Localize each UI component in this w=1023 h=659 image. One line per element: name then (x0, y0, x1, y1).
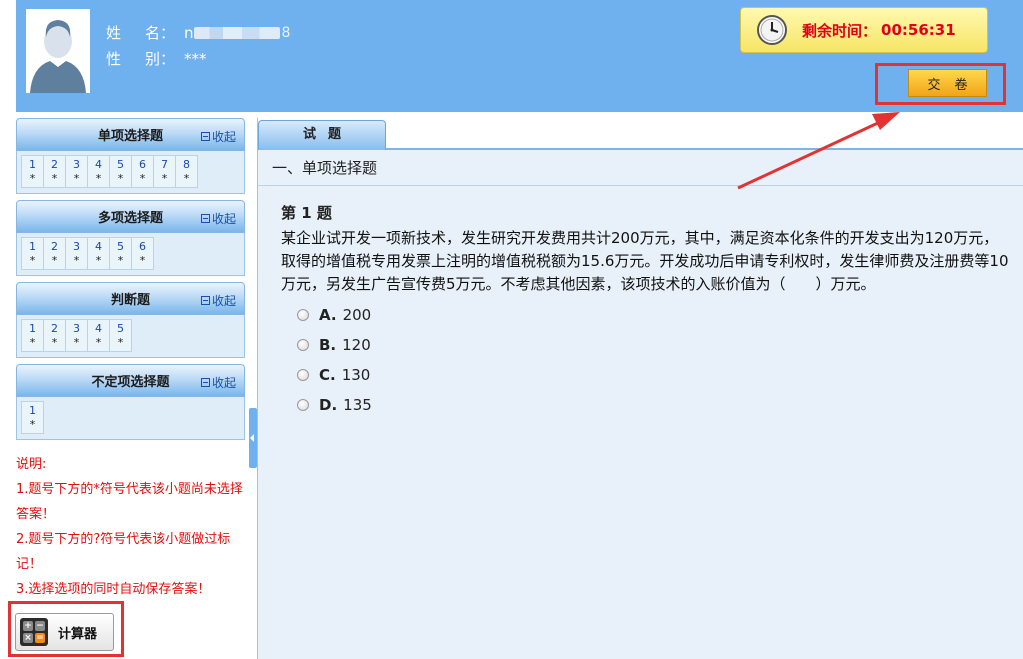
question-cell[interactable]: 1* (22, 402, 44, 434)
collapse-label: 收起 (212, 374, 236, 391)
section-indefinite-choice: 不定项选择题 收起 1* (16, 364, 245, 440)
question-cell[interactable]: 8* (176, 156, 198, 188)
question-cell[interactable]: 7* (154, 156, 176, 188)
instruction-line: 1.题号下方的*符号代表该小题尚未选择答案！ (16, 477, 248, 527)
question-number: 第 1 题 (281, 202, 1023, 223)
radio-button[interactable] (297, 339, 309, 351)
question-grid: 1* 2* 3* 4* 5* 6* (21, 237, 154, 270)
section-body: 1* (16, 397, 245, 440)
collapse-button[interactable]: 收起 (201, 128, 236, 145)
question-cell[interactable]: 1* (22, 156, 44, 188)
question-cell[interactable]: 3* (66, 238, 88, 270)
name-masked (194, 27, 280, 39)
question-grid: 1* 2* 3* 4* 5* 6* 7* 8* (21, 155, 198, 188)
section-true-false: 判断题 收起 1* 2* 3* 4* 5* (16, 282, 245, 358)
remaining-time-value: 00:56:31 (881, 21, 956, 39)
sidebar-collapse-handle[interactable] (249, 408, 257, 468)
section-header: 不定项选择题 收起 (16, 364, 245, 397)
question-navigator: 单项选择题 收起 1* 2* 3* 4* 5* 6* 7* 8* 多项选择题 收… (16, 118, 245, 446)
minus-square-icon (201, 296, 210, 305)
section-title: 单项选择题 (98, 125, 163, 144)
collapse-label: 收起 (212, 210, 236, 227)
option-d[interactable]: D.135 (297, 390, 1023, 420)
remaining-time-panel: 剩余时间： 00:56:31 (740, 7, 988, 53)
clock-icon (756, 14, 788, 46)
tab-questions[interactable]: 试题 (258, 120, 386, 150)
gender-label-suffix: 别： (145, 50, 175, 68)
minus-square-icon (201, 378, 210, 387)
user-silhouette-icon (26, 9, 90, 93)
calculator-label: 计算器 (58, 623, 97, 642)
section-single-choice: 单项选择题 收起 1* 2* 3* 4* 5* 6* 7* 8* (16, 118, 245, 194)
question-panel: 试题 一、单项选择题 第 1 题 某企业试开发一项新技术，发生研究开发费用共计2… (257, 118, 1023, 659)
question-cell[interactable]: 2* (44, 238, 66, 270)
user-info: 姓 名： n 8 性 别： *** (106, 20, 290, 72)
name-value-prefix: n (184, 20, 194, 46)
collapse-label: 收起 (212, 128, 236, 145)
minus-square-icon (201, 132, 210, 141)
remaining-time-label: 剩余时间： (802, 20, 877, 41)
tab-bar: 试题 (258, 118, 1023, 150)
section-title: 多项选择题 (98, 207, 163, 226)
section-heading: 一、单项选择题 (258, 150, 1023, 186)
question-cell[interactable]: 6* (132, 238, 154, 270)
collapse-label: 收起 (212, 292, 236, 309)
header-bar: 姓 名： n 8 性 别： *** 剩余时间： 00:56:31 (16, 0, 1023, 112)
collapse-button[interactable]: 收起 (201, 374, 236, 391)
instructions-title: 说明: (16, 452, 248, 477)
question-grid: 1* 2* 3* 4* 5* (21, 319, 132, 352)
question-cell[interactable]: 3* (66, 156, 88, 188)
section-multiple-choice: 多项选择题 收起 1* 2* 3* 4* 5* 6* (16, 200, 245, 276)
avatar (26, 9, 90, 93)
gender-label: 性 (106, 50, 121, 68)
instructions: 说明: 1.题号下方的*符号代表该小题尚未选择答案！ 2.题号下方的?符号代表该… (16, 452, 248, 602)
section-header: 判断题 收起 (16, 282, 245, 315)
name-label-suffix: 名： (145, 24, 175, 42)
radio-button[interactable] (297, 369, 309, 381)
calculator-icon: +− ×= (20, 618, 48, 646)
gender-row: 性 别： *** (106, 46, 290, 72)
radio-button[interactable] (297, 309, 309, 321)
minus-square-icon (201, 214, 210, 223)
option-a[interactable]: A.200 (297, 300, 1023, 330)
collapse-button[interactable]: 收起 (201, 292, 236, 309)
submit-exam-button[interactable]: 交卷 (908, 69, 987, 97)
collapse-button[interactable]: 收起 (201, 210, 236, 227)
option-b[interactable]: B.120 (297, 330, 1023, 360)
question-cell[interactable]: 2* (44, 156, 66, 188)
question-grid: 1* (21, 401, 44, 434)
section-title: 判断题 (111, 289, 150, 308)
section-header: 单项选择题 收起 (16, 118, 245, 151)
gender-value: *** (184, 46, 207, 72)
instruction-line: 3.选择选项的同时自动保存答案！ (16, 577, 248, 602)
question-cell[interactable]: 1* (22, 320, 44, 352)
question: 第 1 题 某企业试开发一项新技术，发生研究开发费用共计200万元，其中，满足资… (258, 186, 1023, 420)
question-cell[interactable]: 4* (88, 320, 110, 352)
section-title: 不定项选择题 (91, 371, 169, 390)
question-cell[interactable]: 4* (88, 156, 110, 188)
section-header: 多项选择题 收起 (16, 200, 245, 233)
question-cell[interactable]: 2* (44, 320, 66, 352)
section-body: 1* 2* 3* 4* 5* 6* 7* 8* (16, 151, 245, 194)
radio-button[interactable] (297, 399, 309, 411)
section-body: 1* 2* 3* 4* 5* 6* (16, 233, 245, 276)
name-label: 姓 (106, 24, 121, 42)
calculator-button[interactable]: +− ×= 计算器 (15, 613, 114, 651)
name-row: 姓 名： n 8 (106, 20, 290, 46)
question-cell[interactable]: 3* (66, 320, 88, 352)
question-cell[interactable]: 6* (132, 156, 154, 188)
question-cell[interactable]: 1* (22, 238, 44, 270)
question-cell[interactable]: 5* (110, 156, 132, 188)
question-cell[interactable]: 5* (110, 320, 132, 352)
section-body: 1* 2* 3* 4* 5* (16, 315, 245, 358)
instruction-line: 2.题号下方的?符号代表该小题做过标记！ (16, 527, 248, 577)
answer-options: A.200 B.120 C.130 D.135 (297, 300, 1023, 420)
question-cell[interactable]: 5* (110, 238, 132, 270)
question-text: 某企业试开发一项新技术，发生研究开发费用共计200万元，其中，满足资本化条件的开… (281, 227, 1013, 296)
option-c[interactable]: C.130 (297, 360, 1023, 390)
question-cell[interactable]: 4* (88, 238, 110, 270)
name-value-suffix: 8 (282, 20, 291, 46)
